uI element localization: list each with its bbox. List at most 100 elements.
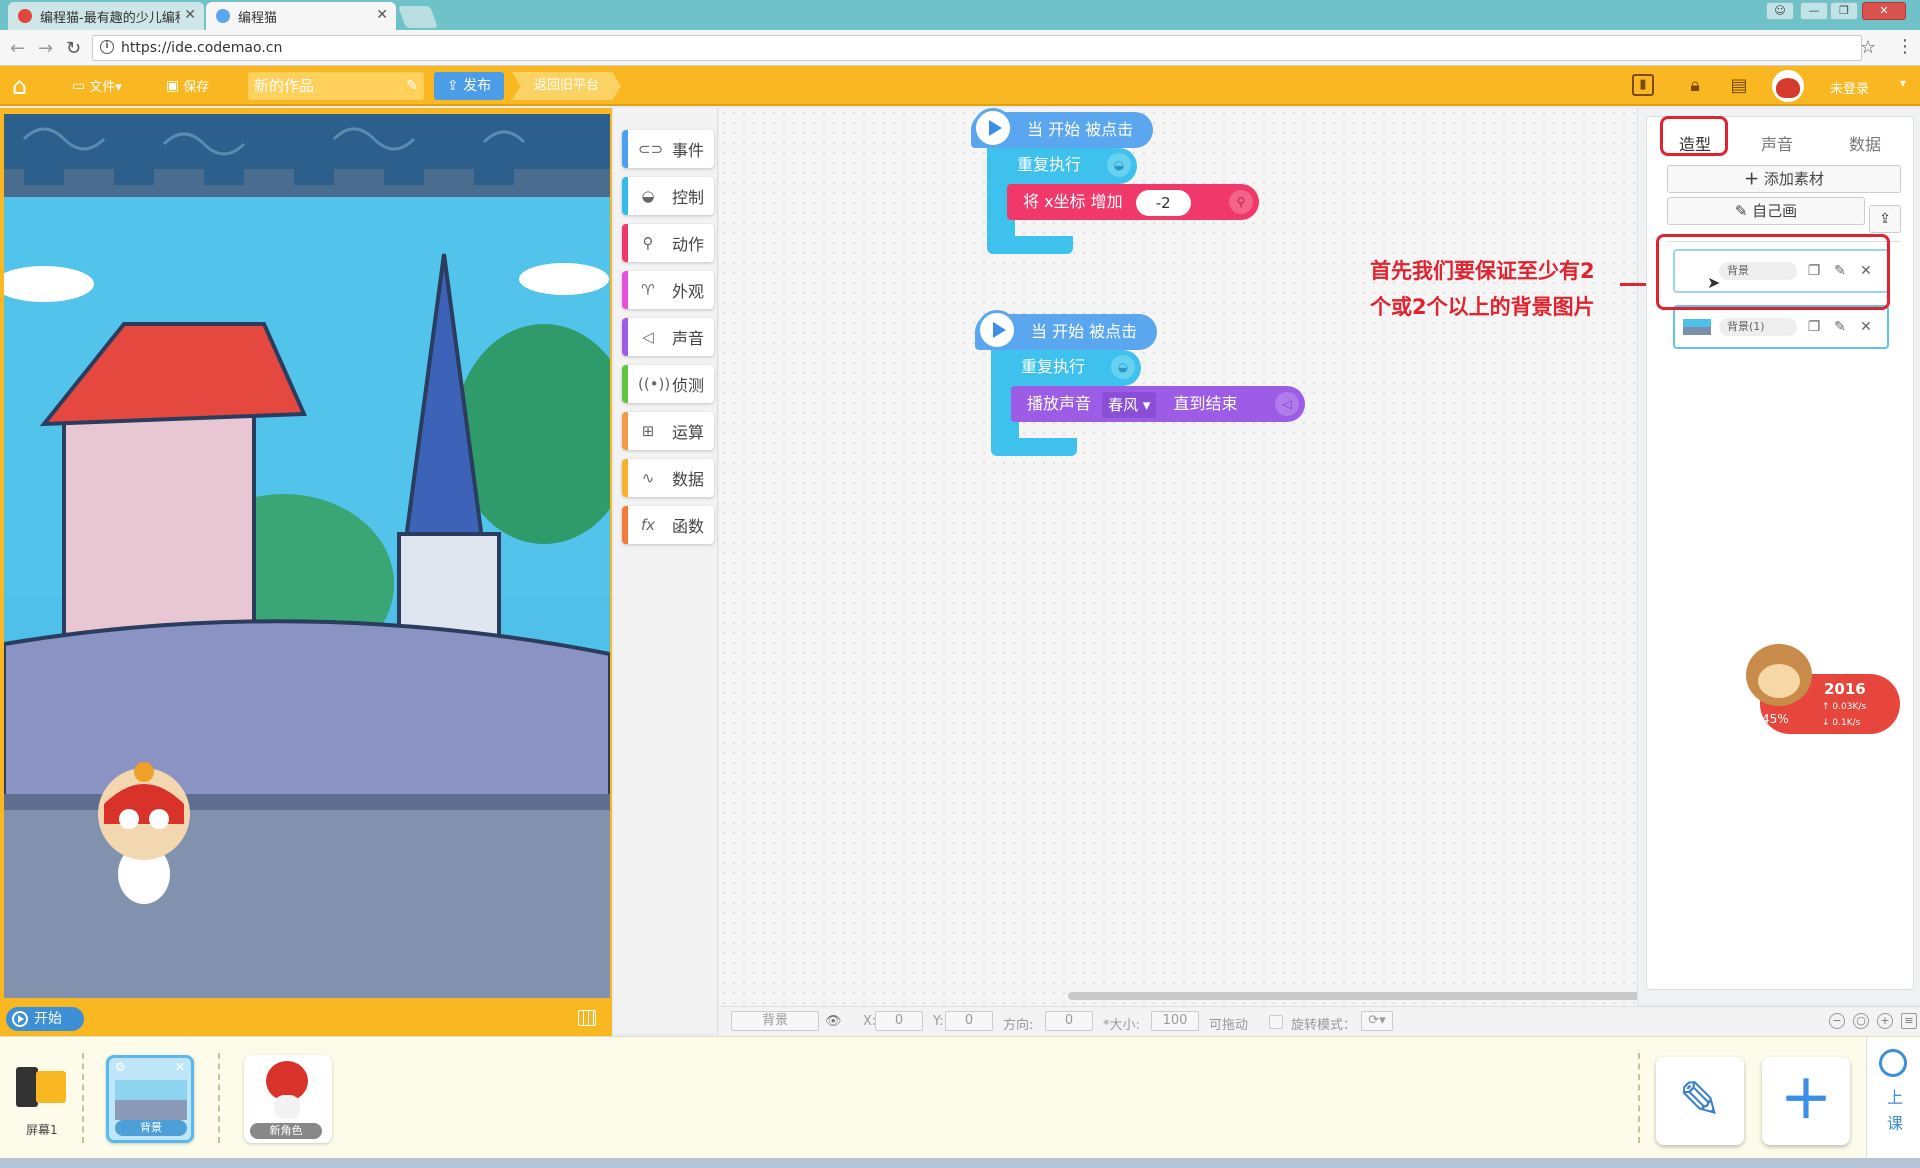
book-icon[interactable]: ▮ bbox=[1632, 74, 1654, 96]
direction-label: 方向: bbox=[1003, 1018, 1034, 1033]
repeat-forever-block[interactable]: 重复执行 ◒ bbox=[991, 350, 1141, 386]
direction-field[interactable]: 0 bbox=[1045, 1011, 1093, 1031]
file-menu-button[interactable]: ▭ 文件▾ bbox=[72, 76, 122, 96]
restore-icon[interactable]: ❐ bbox=[1830, 2, 1858, 20]
category-motion[interactable]: ⚲ 动作 bbox=[622, 224, 714, 262]
browser-menu-icon[interactable]: ⋮ bbox=[1896, 36, 1914, 57]
zoom-out-icon[interactable]: − bbox=[1829, 1013, 1845, 1029]
new-tab-button[interactable] bbox=[397, 6, 439, 28]
browser-tab-codemao-ide[interactable]: 编程猫 ✕ bbox=[206, 2, 396, 30]
sound-dropdown[interactable]: 春风 ▾ bbox=[1102, 391, 1157, 418]
copy-icon[interactable]: ❐ bbox=[1805, 318, 1823, 336]
tab-data[interactable]: 数据 bbox=[1849, 131, 1881, 155]
draw-yourself-button[interactable]: ✎ 自己画 bbox=[1667, 197, 1865, 225]
chevron-down-icon[interactable]: ▾ bbox=[1900, 76, 1906, 90]
home-icon[interactable]: ⌂ bbox=[12, 72, 27, 100]
add-sprite-button[interactable]: ＋ bbox=[1762, 1057, 1850, 1145]
category-data[interactable]: ∿ 数据 bbox=[622, 459, 714, 497]
gamepad-icon: ◒ bbox=[1107, 153, 1131, 177]
category-sound[interactable]: ◁ 声音 bbox=[622, 318, 714, 356]
draw-sprite-button[interactable]: ✎ bbox=[1656, 1057, 1744, 1145]
edit-icon[interactable]: ✎ bbox=[1831, 318, 1849, 336]
hat-label: 当 开始 被点击 bbox=[1027, 120, 1134, 139]
gear-icon[interactable]: ⚙ bbox=[115, 1060, 126, 1074]
mascot-percent: 45% bbox=[1762, 712, 1789, 726]
address-bar: ← → ↻ https://ide.codemao.cn i ☆ ⋮ bbox=[0, 30, 1920, 66]
close-icon[interactable]: ✕ bbox=[175, 1060, 185, 1074]
sprite-background[interactable]: ⚙ ✕ 背景 bbox=[106, 1055, 194, 1143]
x-position-field[interactable]: 0 bbox=[875, 1011, 923, 1031]
change-x-block[interactable]: 将 x坐标 增加 -2 ⚲ bbox=[1007, 184, 1259, 220]
size-field[interactable]: 100 bbox=[1151, 1011, 1199, 1031]
category-sensing[interactable]: ((•)) 侦测 bbox=[622, 365, 714, 403]
user-icon[interactable]: ☺ bbox=[1766, 2, 1794, 20]
sprite-property-bar: 背景 👁︎ X: 0 Y: 0 方向: 0 *大小: 100 可拖动 旋转模式：… bbox=[719, 1006, 1920, 1036]
lesson-button[interactable]: 上课 bbox=[1866, 1037, 1920, 1159]
category-functions[interactable]: fx 函数 bbox=[622, 506, 714, 544]
mascot-speed-widget[interactable]: 2016 45% ↑ 0.03K/s ↓ 0.1K/s bbox=[1746, 644, 1900, 748]
bookmark-star-icon[interactable]: ☆ bbox=[1860, 37, 1876, 58]
forward-arrow-icon[interactable]: → bbox=[38, 38, 53, 59]
y-position-field[interactable]: 0 bbox=[945, 1011, 993, 1031]
category-looks[interactable]: ♈ 外观 bbox=[622, 271, 714, 309]
category-label: 运算 bbox=[672, 423, 705, 442]
repeat-forever-block[interactable]: 重复执行 ◒ bbox=[987, 148, 1137, 184]
zoom-in-icon[interactable]: + bbox=[1877, 1013, 1893, 1029]
login-link[interactable]: 未登录 bbox=[1830, 78, 1869, 97]
start-button[interactable]: 开始 bbox=[6, 1007, 84, 1031]
category-control[interactable]: ◒ 控制 bbox=[622, 177, 714, 215]
category-events[interactable]: ⊂⊃ 事件 bbox=[622, 130, 714, 168]
sprite-label: 背景 bbox=[115, 1120, 187, 1136]
sprite-new-character[interactable]: 新角色 bbox=[244, 1055, 332, 1143]
back-to-old-platform-button[interactable]: 返回旧平台 bbox=[512, 72, 622, 100]
change-x-label: 将 x坐标 增加 bbox=[1023, 192, 1123, 211]
list-icon[interactable]: ≡ bbox=[1901, 1013, 1917, 1029]
pencil-icon[interactable]: ✎ bbox=[406, 72, 418, 100]
change-x-value-input[interactable]: -2 bbox=[1135, 189, 1191, 216]
size-label: *大小: bbox=[1103, 1018, 1140, 1033]
sprite-name-field[interactable]: 背景 bbox=[731, 1011, 819, 1031]
play-icon bbox=[12, 1011, 28, 1027]
grid-icon[interactable] bbox=[578, 1010, 596, 1026]
category-operators[interactable]: ⊞ 运算 bbox=[622, 412, 714, 450]
upload-icon[interactable]: ⇪ bbox=[1869, 205, 1901, 233]
close-icon[interactable]: ✕ bbox=[1857, 318, 1875, 336]
when-start-clicked-hat-block[interactable]: 当 开始 被点击 bbox=[971, 108, 1154, 148]
tab-sounds[interactable]: 声音 bbox=[1761, 131, 1793, 155]
when-start-clicked-hat-block[interactable]: 当 开始 被点击 bbox=[975, 310, 1158, 350]
browser-tab-codemao-home[interactable]: 编程猫-最有趣的少儿编程 ✕ bbox=[8, 2, 204, 30]
info-icon[interactable]: i bbox=[100, 40, 114, 54]
screen-icon[interactable] bbox=[14, 1063, 70, 1111]
save-label: 保存 bbox=[183, 80, 210, 95]
stage-canvas[interactable] bbox=[4, 114, 610, 998]
repeat-forever-block-foot bbox=[987, 236, 1073, 254]
eye-icon[interactable]: 👁︎ bbox=[825, 1014, 842, 1029]
asset-item-background-1[interactable]: 背景(1) ❐ ✎ ✕ bbox=[1673, 305, 1889, 349]
speaker-icon: ◁ bbox=[642, 328, 654, 346]
close-icon[interactable]: ✕ bbox=[184, 7, 196, 23]
zoom-reset-icon[interactable]: ○ bbox=[1853, 1013, 1869, 1029]
lock-icon[interactable]: 🔒︎ bbox=[1682, 74, 1708, 98]
annotation-text: 首先我们要保证至少有2 个或2个以上的背景图片 bbox=[1370, 253, 1595, 325]
save-button[interactable]: ▣ 保存 bbox=[166, 76, 210, 96]
sound-dropdown-value: 春风 bbox=[1108, 395, 1139, 414]
project-title-input[interactable]: 新的作品 ✎ bbox=[248, 72, 424, 100]
play-sound-until-done-block[interactable]: 播放声音 春风 ▾ 直到结束 ◁ bbox=[1011, 386, 1305, 422]
url-input[interactable]: https://ide.codemao.cn bbox=[92, 35, 1862, 61]
close-icon[interactable]: ✕ bbox=[376, 7, 388, 23]
avatar[interactable] bbox=[1772, 70, 1804, 102]
add-material-button[interactable]: ＋ 添加素材 bbox=[1667, 165, 1901, 193]
window-close-icon[interactable]: ✕ bbox=[1862, 2, 1906, 20]
tab-label: 编程猫-最有趣的少儿编程 bbox=[40, 10, 180, 26]
code-workspace[interactable]: 重复执行 ◒ 将 x坐标 增加 -2 ⚲ 当 开始 被点击 重复执行 ◒ 播放声… bbox=[719, 108, 1637, 1008]
wallet-icon[interactable]: ▤ bbox=[1726, 74, 1752, 98]
category-label: 侦测 bbox=[672, 376, 705, 395]
upload-speed: ↑ 0.03K/s bbox=[1822, 702, 1867, 712]
play-sound-label: 播放声音 bbox=[1027, 394, 1092, 413]
rotation-mode-dropdown[interactable]: ⟳▾ bbox=[1361, 1011, 1393, 1031]
reload-icon[interactable]: ↻ bbox=[66, 38, 81, 59]
minimize-icon[interactable]: — bbox=[1800, 2, 1828, 20]
back-arrow-icon[interactable]: ← bbox=[10, 38, 25, 59]
publish-button[interactable]: ⇪ 发布 bbox=[434, 72, 504, 100]
draggable-checkbox[interactable] bbox=[1269, 1015, 1283, 1029]
